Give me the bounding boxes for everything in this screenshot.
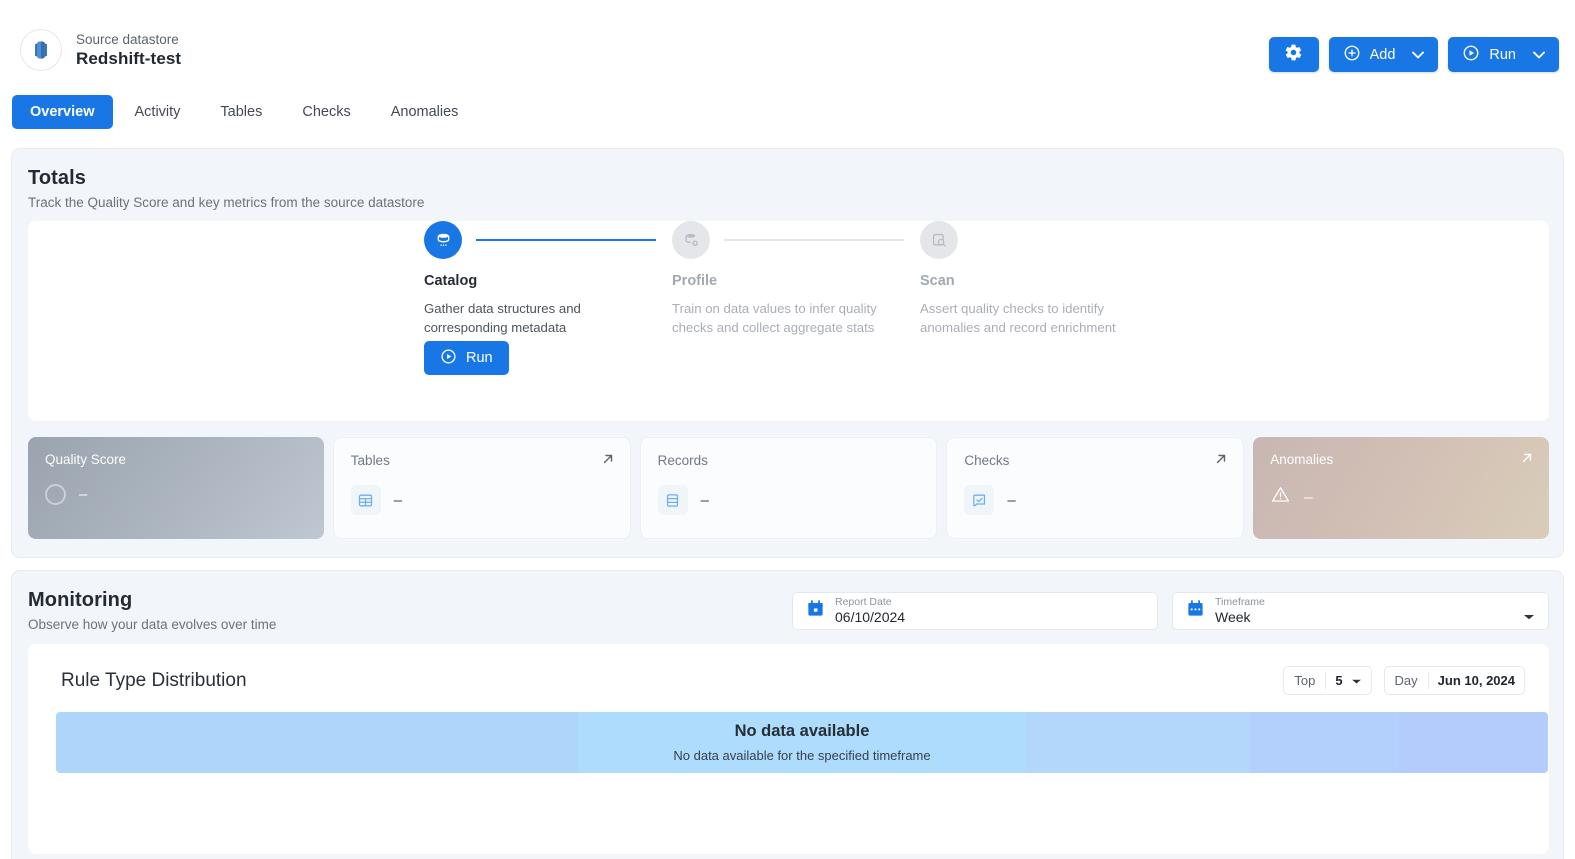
card-anomalies[interactable]: Anomalies – xyxy=(1253,437,1549,539)
app-page: Source datastore Redshift-test Add Run O… xyxy=(0,0,1575,859)
card-anomalies-value: – xyxy=(1304,488,1313,506)
run-button[interactable]: Run xyxy=(1448,37,1559,72)
calendar-icon xyxy=(806,599,825,623)
report-date-value: 06/10/2024 xyxy=(835,609,906,625)
card-checks-label: Checks xyxy=(964,453,1010,468)
chart-controls: Top 5 Day Jun 10, 2024 xyxy=(1283,666,1525,695)
totals-header: Totals Track the Quality Score and key m… xyxy=(28,167,424,210)
monitoring-panel: Monitoring Observe how your data evolves… xyxy=(11,570,1564,859)
chevron-down-icon[interactable] xyxy=(1533,47,1545,63)
add-button-label: Add xyxy=(1369,46,1396,63)
play-circle-icon xyxy=(440,348,457,369)
chart-title: Rule Type Distribution xyxy=(61,670,247,691)
catalog-run-button[interactable]: Run xyxy=(424,341,509,375)
tab-tables[interactable]: Tables xyxy=(202,95,280,129)
step-catalog-description: Gather data structures and corresponding… xyxy=(424,301,581,335)
report-date-label: Report Date xyxy=(835,596,892,608)
timeframe-label: Timeframe xyxy=(1215,596,1265,608)
totals-subtitle: Track the Quality Score and key metrics … xyxy=(28,195,425,210)
catalog-run-label: Run xyxy=(466,350,493,366)
top-n-label: Top xyxy=(1294,673,1316,688)
step-scan-description: Assert quality checks to identify anomal… xyxy=(920,301,1116,335)
monitoring-controls: Report Date 06/10/2024 Timeframe Week xyxy=(792,592,1549,630)
datastore-identity: Source datastore Redshift-test xyxy=(20,29,181,71)
plus-circle-icon xyxy=(1343,44,1361,66)
monitoring-title: Monitoring xyxy=(28,589,133,611)
step-profile[interactable]: Profile Train on data values to infer qu… xyxy=(672,221,922,337)
main-tabs: Overview Activity Tables Checks Anomalie… xyxy=(12,95,476,129)
card-anomalies-label: Anomalies xyxy=(1270,452,1334,467)
report-date-field[interactable]: Report Date 06/10/2024 xyxy=(792,592,1158,630)
database-icon xyxy=(424,221,462,259)
settings-button[interactable] xyxy=(1268,37,1319,72)
placeholder-bar-segment xyxy=(1249,712,1399,773)
page-header: Source datastore Redshift-test Add Run xyxy=(0,0,1575,92)
chevron-down-icon[interactable] xyxy=(1412,47,1425,63)
chevron-down-icon[interactable] xyxy=(1351,673,1362,688)
arrow-up-right-icon[interactable] xyxy=(1520,451,1534,470)
progress-ring-icon xyxy=(45,484,66,505)
day-value: Jun 10, 2024 xyxy=(1437,673,1515,688)
card-checks-value: – xyxy=(1007,491,1016,509)
datastore-kicker: Source datastore xyxy=(76,31,179,47)
day-label: Day xyxy=(1394,673,1418,688)
add-button[interactable]: Add xyxy=(1328,37,1439,72)
card-tables[interactable]: Tables – xyxy=(332,437,631,539)
tab-checks[interactable]: Checks xyxy=(284,95,368,129)
step-catalog-name: Catalog xyxy=(424,273,478,289)
play-circle-icon xyxy=(1462,44,1480,66)
metric-cards: Quality Score – Tables – Records – Check… xyxy=(28,437,1549,539)
step-profile-name: Profile xyxy=(672,273,718,289)
tab-activity[interactable]: Activity xyxy=(117,95,199,129)
database-gear-icon xyxy=(672,221,710,259)
redshift-datastore-icon xyxy=(20,29,62,71)
run-button-label: Run xyxy=(1489,46,1516,63)
totals-title: Totals xyxy=(28,167,87,189)
gear-icon xyxy=(1284,43,1303,66)
card-quality-score-label: Quality Score xyxy=(45,452,127,467)
placeholder-bar-segment xyxy=(1025,712,1250,773)
records-icon xyxy=(657,485,688,515)
card-quality-score-value: – xyxy=(79,486,88,503)
card-records[interactable]: Records – xyxy=(639,437,938,539)
check-square-icon xyxy=(964,485,995,515)
table-icon xyxy=(350,485,381,515)
tab-anomalies[interactable]: Anomalies xyxy=(373,95,477,129)
card-records-value: – xyxy=(700,491,709,509)
placeholder-bar-segment xyxy=(56,712,579,773)
card-checks[interactable]: Checks – xyxy=(946,437,1245,539)
arrow-up-right-icon[interactable] xyxy=(601,452,615,471)
tab-overview[interactable]: Overview xyxy=(12,95,113,129)
monitoring-subtitle: Observe how your data evolves over time xyxy=(28,617,277,632)
chevron-down-icon[interactable] xyxy=(1523,608,1535,626)
placeholder-bar-segment xyxy=(578,712,1026,773)
card-records-label: Records xyxy=(657,453,708,468)
page-title: Redshift-test xyxy=(76,48,182,68)
card-tables-value: – xyxy=(393,491,403,509)
database-search-icon xyxy=(920,221,958,259)
placeholder-bar-segment xyxy=(1398,712,1548,773)
step-scan-name: Scan xyxy=(920,273,955,289)
header-actions: Add Run xyxy=(1268,37,1559,72)
rule-type-distribution-card: Rule Type Distribution Top 5 Day Jun 10,… xyxy=(28,644,1549,854)
totals-panel: Totals Track the Quality Score and key m… xyxy=(11,148,1564,558)
monitoring-header: Monitoring Observe how your data evolves… xyxy=(28,589,276,632)
step-catalog[interactable]: Catalog Gather data structures and corre… xyxy=(424,221,674,375)
card-quality-score[interactable]: Quality Score – xyxy=(28,437,324,539)
top-n-value: 5 xyxy=(1335,673,1343,688)
pipeline-stepper-card: Catalog Gather data structures and corre… xyxy=(28,221,1549,421)
step-scan[interactable]: Scan Assert quality checks to identify a… xyxy=(920,221,1170,337)
calendar-icon xyxy=(1186,599,1205,623)
pipeline-steps: Catalog Gather data structures and corre… xyxy=(424,221,1534,421)
warning-triangle-icon xyxy=(1270,484,1291,510)
chart-empty-placeholder-bars xyxy=(56,712,1548,773)
arrow-up-right-icon[interactable] xyxy=(1214,452,1228,471)
day-selector[interactable]: Day Jun 10, 2024 xyxy=(1383,666,1525,695)
step-profile-description: Train on data values to infer quality ch… xyxy=(672,301,877,335)
top-n-selector[interactable]: Top 5 xyxy=(1283,666,1372,695)
card-tables-label: Tables xyxy=(350,453,390,468)
timeframe-value: Week xyxy=(1215,609,1251,625)
timeframe-field[interactable]: Timeframe Week xyxy=(1172,592,1549,630)
